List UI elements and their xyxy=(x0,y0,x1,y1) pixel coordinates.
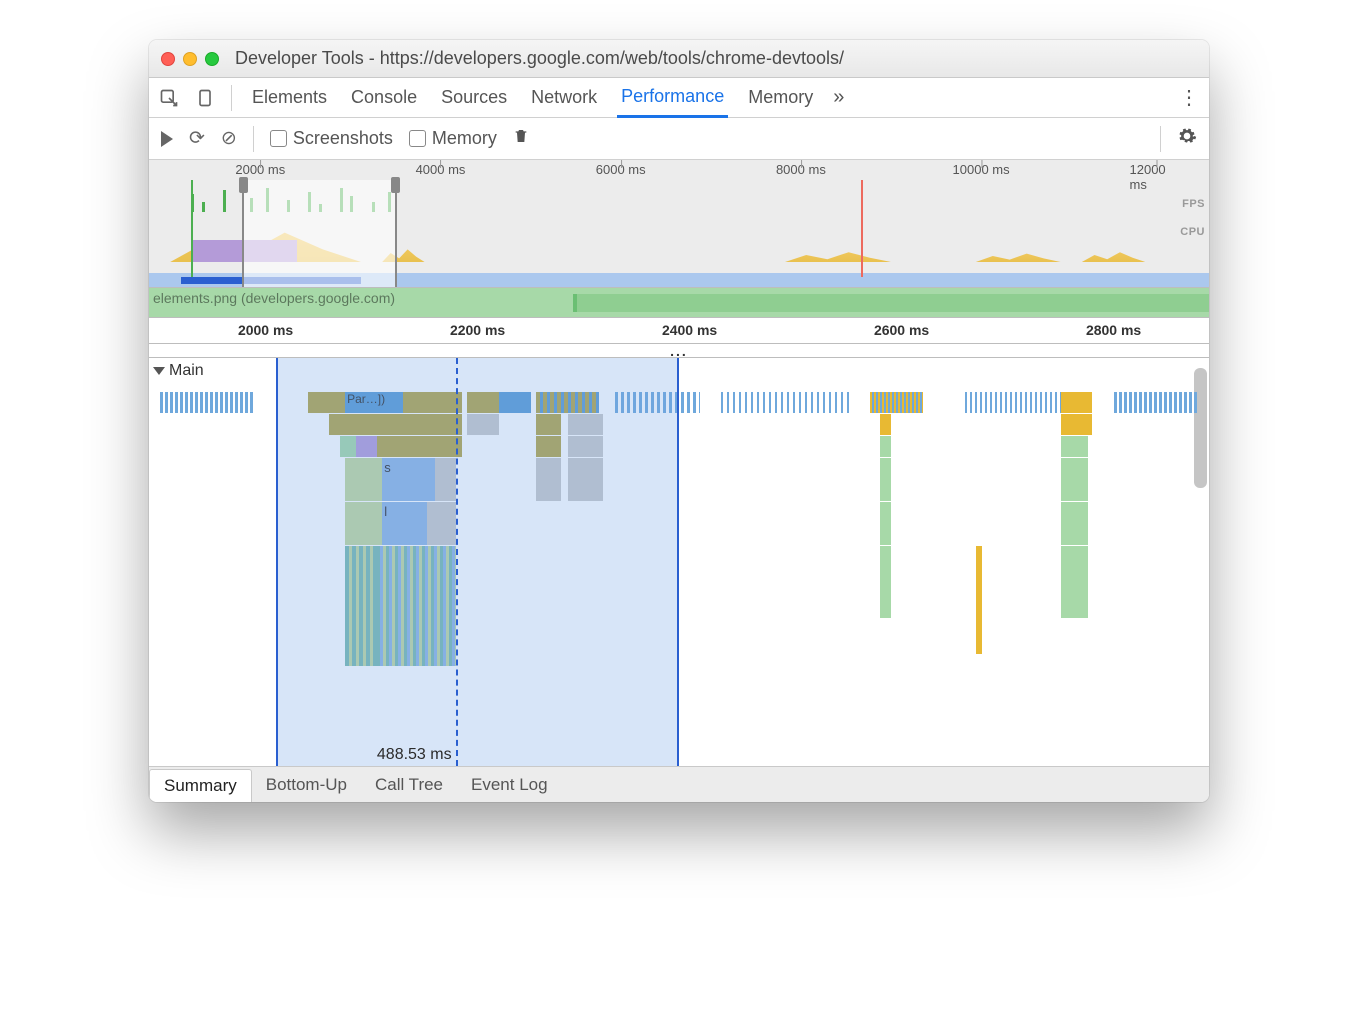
record-button[interactable] xyxy=(161,131,173,147)
memory-label: Memory xyxy=(432,128,497,149)
clear-icon[interactable]: ⊘ xyxy=(221,127,237,150)
tab-summary[interactable]: Summary xyxy=(149,769,252,802)
ruler-tick: 8000 ms xyxy=(776,162,826,177)
reload-icon[interactable]: ⟳ xyxy=(189,127,205,150)
ruler-tick: 10000 ms xyxy=(953,162,1010,177)
kebab-menu-icon[interactable]: ⋮ xyxy=(1179,85,1199,110)
marker-green xyxy=(191,180,193,277)
gear-icon[interactable] xyxy=(1177,126,1197,151)
tab-event-log[interactable]: Event Log xyxy=(457,769,562,801)
flame-selection[interactable] xyxy=(276,358,679,766)
screenshots-checkbox[interactable]: Screenshots xyxy=(270,128,393,149)
maximize-window-button[interactable] xyxy=(205,52,219,66)
zoom-ruler-tick: 2200 ms xyxy=(450,322,505,338)
tab-bottom-up[interactable]: Bottom-Up xyxy=(252,769,361,801)
zoom-area: elements.png (developers.google.com) 200… xyxy=(149,288,1209,358)
divider xyxy=(253,126,254,152)
device-toolbar-icon[interactable] xyxy=(195,88,215,108)
zoom-ruler-tick: 2000 ms xyxy=(238,322,293,338)
ruler-tick: 2000 ms xyxy=(235,162,285,177)
more-tabs-icon[interactable]: » xyxy=(833,86,844,109)
divider xyxy=(231,85,232,111)
overview-ruler: 2000 ms 4000 ms 6000 ms 8000 ms 10000 ms… xyxy=(149,160,1209,180)
marker-red xyxy=(861,180,863,277)
performance-toolbar: ⟳ ⊘ Screenshots Memory xyxy=(149,118,1209,160)
network-resource-label: elements.png (developers.google.com) xyxy=(153,290,395,306)
tab-performance[interactable]: Performance xyxy=(617,78,728,118)
devtools-tabbar: Elements Console Sources Network Perform… xyxy=(149,78,1209,118)
flame-time-marker[interactable] xyxy=(456,358,458,766)
zoom-ruler-tick: 2600 ms xyxy=(874,322,929,338)
tab-network[interactable]: Network xyxy=(527,79,601,116)
tab-elements[interactable]: Elements xyxy=(248,79,331,116)
tab-memory[interactable]: Memory xyxy=(744,79,817,116)
inspect-element-icon[interactable] xyxy=(159,88,179,108)
main-track-label: Main xyxy=(169,362,204,380)
devtools-window: Developer Tools - https://developers.goo… xyxy=(149,40,1209,802)
zoom-ruler-tick: 2400 ms xyxy=(662,322,717,338)
zoom-ruler-tick: 2800 ms xyxy=(1086,322,1141,338)
flame-chart[interactable]: Main 488.53 ms Par…]) xyxy=(149,358,1209,766)
ruler-tick: 4000 ms xyxy=(416,162,466,177)
divider xyxy=(1160,126,1161,152)
ruler-tick: 6000 ms xyxy=(596,162,646,177)
zoom-network-track[interactable]: elements.png (developers.google.com) xyxy=(149,288,1209,318)
close-window-button[interactable] xyxy=(161,52,175,66)
memory-checkbox[interactable]: Memory xyxy=(409,128,497,149)
tab-sources[interactable]: Sources xyxy=(437,79,511,116)
screenshots-label: Screenshots xyxy=(293,128,393,149)
overview-body: FPS CPU NET xyxy=(149,180,1209,287)
overview-timeline[interactable]: 2000 ms 4000 ms 6000 ms 8000 ms 10000 ms… xyxy=(149,160,1209,288)
window-title: Developer Tools - https://developers.goo… xyxy=(235,48,844,69)
tab-call-tree[interactable]: Call Tree xyxy=(361,769,457,801)
chevron-down-icon[interactable] xyxy=(153,367,165,375)
tab-console[interactable]: Console xyxy=(347,79,421,116)
overview-selection[interactable] xyxy=(242,180,397,287)
window-titlebar: Developer Tools - https://developers.goo… xyxy=(149,40,1209,78)
zoom-collapse-dots[interactable]: ... xyxy=(149,344,1209,358)
minimize-window-button[interactable] xyxy=(183,52,197,66)
trash-icon[interactable] xyxy=(513,127,529,150)
selection-duration-label: 488.53 ms xyxy=(377,746,452,764)
zoom-ruler[interactable]: 2000 ms 2200 ms 2400 ms 2600 ms 2800 ms xyxy=(149,318,1209,344)
main-track-header[interactable]: Main xyxy=(153,362,204,380)
details-tabbar: Summary Bottom-Up Call Tree Event Log xyxy=(149,766,1209,802)
